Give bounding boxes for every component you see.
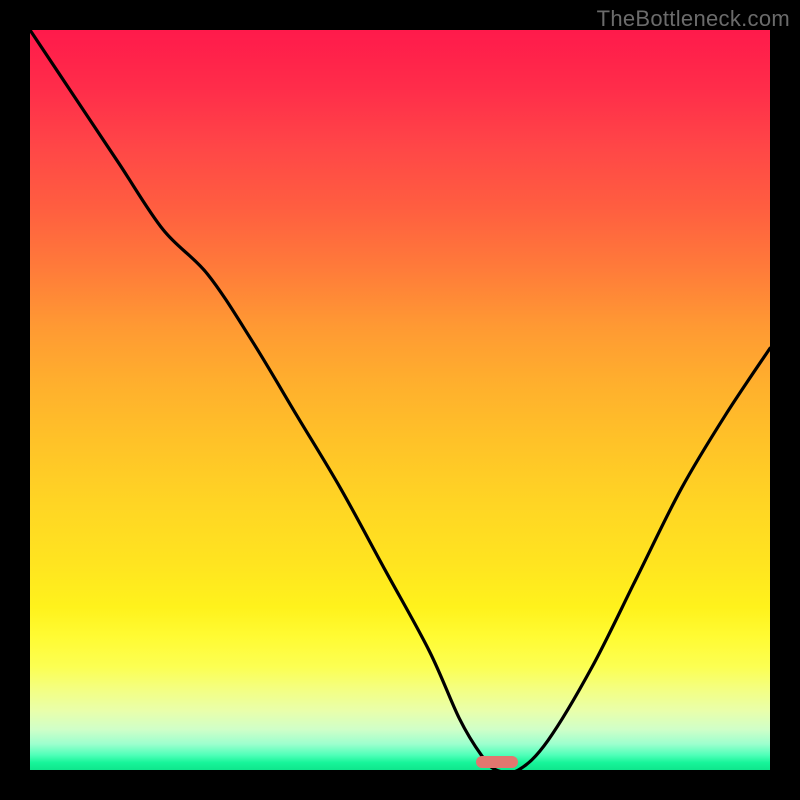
- bottleneck-curve: [30, 30, 770, 770]
- optimal-range-marker: [476, 756, 518, 768]
- chart-frame: TheBottleneck.com: [0, 0, 800, 800]
- watermark-label: TheBottleneck.com: [597, 6, 790, 32]
- plot-gradient-background: [30, 30, 770, 770]
